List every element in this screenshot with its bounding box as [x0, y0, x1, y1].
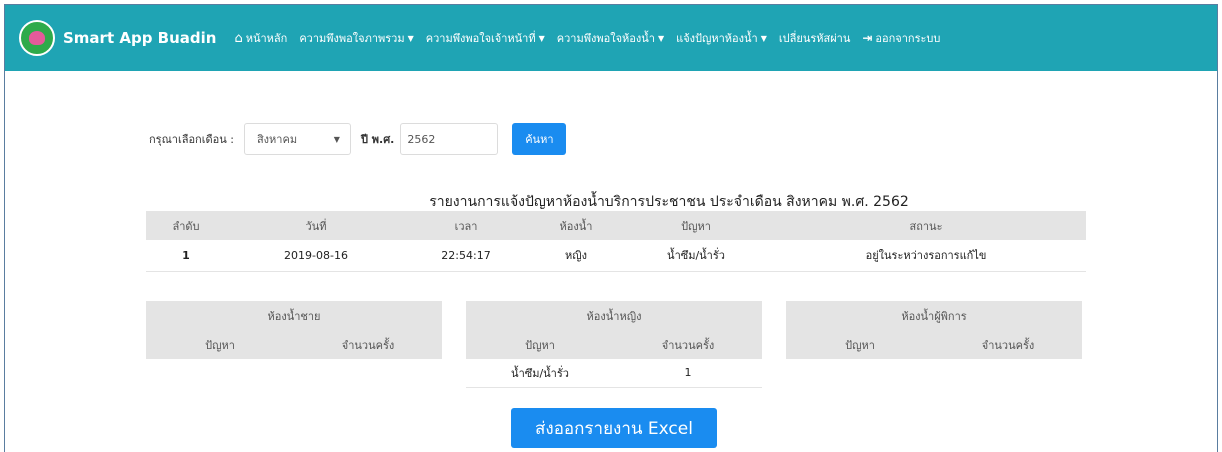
column-header: จำนวนครั้ง — [614, 330, 762, 359]
column-header: ปัญหา — [146, 330, 294, 359]
year-label: ปี พ.ศ. — [360, 133, 395, 146]
caret-down-icon: ▼ — [538, 33, 545, 43]
caret-down-icon: ▼ — [657, 33, 665, 43]
month-select[interactable]: สิงหาคม ▼ — [243, 123, 351, 155]
year-input[interactable] — [400, 123, 499, 155]
column-header: วันที่ — [226, 211, 406, 240]
male-restroom-summary: ห้องน้ำชาย ปัญหา จำนวนครั้ง — [146, 301, 442, 359]
column-header: เวลา — [406, 211, 526, 240]
summary-title: ห้องน้ำชาย — [146, 301, 442, 330]
column-header: ปัญหา — [626, 211, 766, 240]
search-button[interactable]: ค้นหา — [512, 123, 567, 155]
logout-icon: ⇥ — [862, 31, 873, 45]
cell-status: อยู่ในระหว่างรอการแก้ไข — [766, 240, 1086, 272]
cell-room: หญิง — [526, 240, 626, 272]
column-header: ปัญหา — [466, 330, 614, 359]
column-header: ลำดับ — [146, 211, 226, 240]
cell-problem: น้ำซึม/น้ำรั่ว — [466, 359, 614, 388]
female-restroom-summary: ห้องน้ำหญิง ปัญหา จำนวนครั้ง น้ำซึม/น้ำร… — [466, 301, 762, 388]
cell-problem: น้ำซึม/น้ำรั่ว — [626, 240, 766, 272]
nav-report-restroom-problem-label: แจ้งปัญหาห้องน้ำ — [676, 32, 758, 45]
caret-down-icon: ▼ — [760, 33, 767, 43]
table-row: น้ำซึม/น้ำรั่ว 1 — [466, 359, 762, 388]
app-frame: Smart App Buadin ⌂ หน้าหลัก ความพึงพอใจภ… — [4, 4, 1218, 452]
month-label: กรุณาเลือกเดือน : — [149, 133, 234, 146]
column-header: จำนวนครั้ง — [934, 330, 1082, 359]
table-header-row: ลำดับ วันที่ เวลา ห้องน้ำ ปัญหา สถานะ — [146, 211, 1086, 240]
summary-title: ห้องน้ำหญิง — [466, 301, 762, 330]
summary-title: ห้องน้ำผู้พิการ — [786, 301, 1082, 330]
lotus-icon — [29, 31, 45, 45]
caret-down-icon: ▼ — [407, 33, 414, 43]
nav-home-label: หน้าหลัก — [245, 32, 288, 45]
column-header: สถานะ — [766, 211, 1086, 240]
disabled-restroom-summary: ห้องน้ำผู้พิการ ปัญหา จำนวนครั้ง — [786, 301, 1082, 359]
nav-restroom-satisfaction-label: ความพึงพอใจห้องน้ำ — [556, 32, 655, 45]
report-table: ลำดับ วันที่ เวลา ห้องน้ำ ปัญหา สถานะ 1 … — [146, 211, 1086, 272]
export-excel-button[interactable]: ส่งออกรายงาน Excel — [511, 408, 717, 448]
navbar: Smart App Buadin ⌂ หน้าหลัก ความพึงพอใจภ… — [5, 5, 1217, 71]
cell-no: 1 — [146, 240, 226, 272]
cell-time: 22:54:17 — [406, 240, 526, 272]
home-icon: ⌂ — [234, 30, 243, 46]
column-header: ห้องน้ำ — [526, 211, 626, 240]
app-logo[interactable] — [19, 20, 55, 56]
nav-overall-satisfaction[interactable]: ความพึงพอใจภาพรวม ▼ — [299, 29, 413, 47]
month-select-value: สิงหาคม — [256, 133, 298, 146]
nav-logout[interactable]: ⇥ ออกจากระบบ — [862, 29, 940, 47]
nav-logout-label: ออกจากระบบ — [875, 32, 941, 45]
nav-report-restroom-problem[interactable]: แจ้งปัญหาห้องน้ำ ▼ — [676, 29, 767, 47]
nav-overall-satisfaction-label: ความพึงพอใจภาพรวม — [299, 32, 405, 45]
caret-down-icon: ▼ — [333, 134, 340, 144]
nav-change-password-label: เปลี่ยนรหัสผ่าน — [778, 32, 851, 45]
cell-date: 2019-08-16 — [226, 240, 406, 272]
column-header: ปัญหา — [786, 330, 934, 359]
cell-count: 1 — [614, 359, 762, 388]
brand-name[interactable]: Smart App Buadin — [63, 29, 216, 47]
nav-staff-satisfaction-label: ความพึงพอใจเจ้าหน้าที่ — [425, 32, 536, 45]
report-title: รายงานการแจ้งปัญหาห้องน้ำบริการประชาชน ป… — [429, 194, 909, 210]
nav-change-password[interactable]: เปลี่ยนรหัสผ่าน — [779, 29, 850, 47]
table-row: 1 2019-08-16 22:54:17 หญิง น้ำซึม/น้ำรั่… — [146, 240, 1086, 272]
filter-form: กรุณาเลือกเดือน : สิงหาคม ▼ ปี พ.ศ. ค้นห… — [149, 123, 567, 155]
nav-staff-satisfaction[interactable]: ความพึงพอใจเจ้าหน้าที่ ▼ — [426, 29, 545, 47]
nav-restroom-satisfaction[interactable]: ความพึงพอใจห้องน้ำ ▼ — [557, 29, 664, 47]
nav-home[interactable]: ⌂ หน้าหลัก — [234, 29, 287, 47]
column-header: จำนวนครั้ง — [294, 330, 442, 359]
